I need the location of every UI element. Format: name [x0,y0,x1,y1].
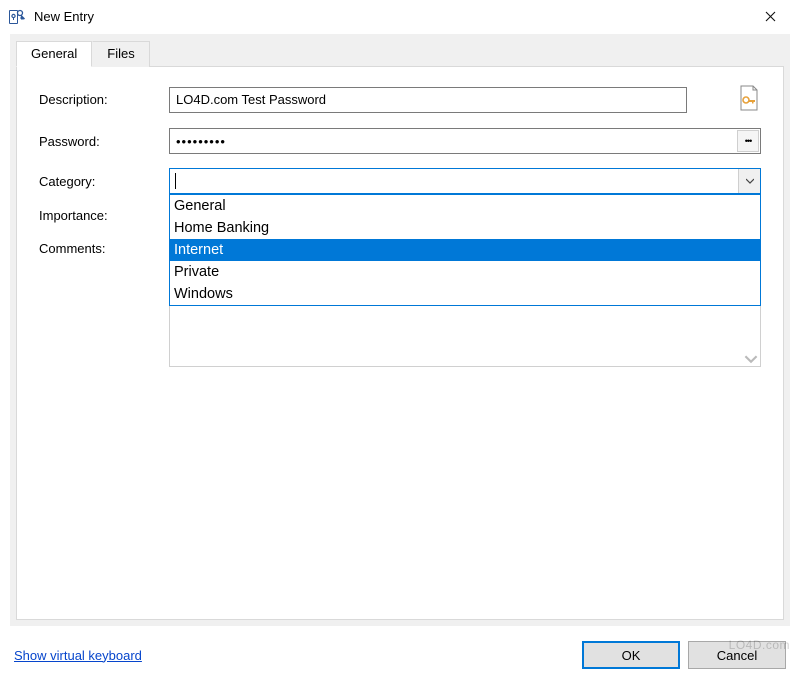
ok-button[interactable]: OK [582,641,680,669]
label-category: Category: [39,174,169,189]
client-area: General Files Description: Password [10,34,790,626]
window-close-button[interactable] [750,7,790,27]
category-option[interactable]: Internet [170,239,760,261]
label-comments: Comments: [39,237,169,256]
tab-panel-general: Description: Password: ••• [16,66,784,620]
password-reveal-button[interactable]: ••• [737,130,759,152]
category-option[interactable]: Private [170,261,760,283]
window-titlebar: New Entry [0,0,800,34]
scroll-down-icon [744,352,758,366]
tab-files[interactable]: Files [92,41,149,67]
tab-general[interactable]: General [16,41,92,67]
category-dropdown-list[interactable]: GeneralHome BankingInternetPrivateWindow… [169,194,761,306]
ellipsis-icon: ••• [745,136,751,146]
label-description: Description: [39,92,169,107]
cancel-button[interactable]: Cancel [688,641,786,669]
window-title: New Entry [34,9,750,24]
category-option[interactable]: General [170,195,760,217]
category-combobox[interactable] [169,168,761,194]
row-password: Password: ••• [39,128,761,154]
chevron-down-icon [746,178,754,184]
tab-strip: General Files [16,41,784,67]
row-description: Description: [39,85,761,114]
dialog-footer: Show virtual keyboard OK Cancel [14,640,786,670]
password-input[interactable] [169,128,761,154]
combobox-dropdown-button[interactable] [738,169,760,193]
close-icon [765,11,776,22]
text-cursor [175,173,176,189]
description-input[interactable] [169,87,687,113]
category-option[interactable]: Home Banking [170,217,760,239]
key-file-icon[interactable] [737,85,761,114]
app-lock-key-icon [8,8,26,26]
category-input[interactable] [170,169,358,184]
label-password: Password: [39,134,169,149]
category-option[interactable]: Windows [170,283,760,305]
row-category: Category: GeneralHome BankingInternetPri… [39,168,761,194]
label-importance: Importance: [39,208,169,223]
show-virtual-keyboard-link[interactable]: Show virtual keyboard [14,648,142,663]
